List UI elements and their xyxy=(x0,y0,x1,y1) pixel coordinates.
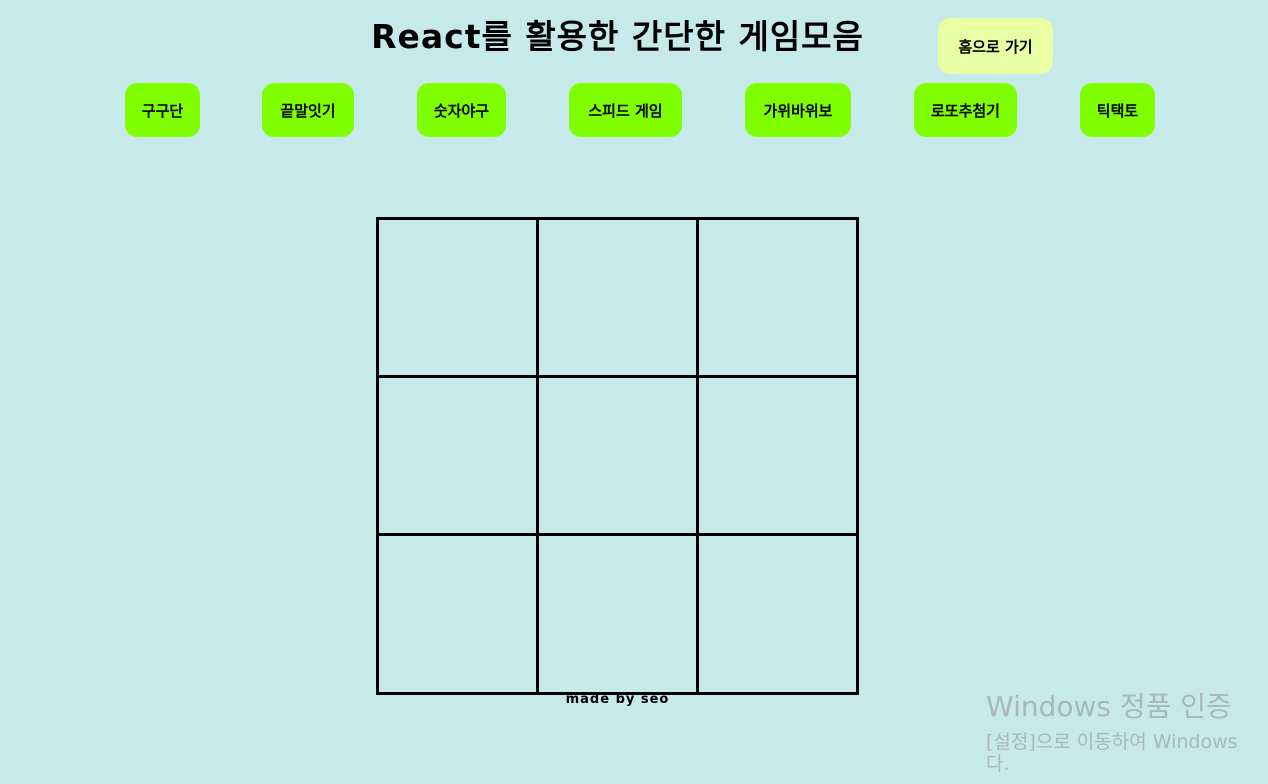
watermark-title: Windows 정품 인증 xyxy=(986,690,1232,723)
nav-speed-game-button[interactable]: 스피드 게임 xyxy=(569,83,682,137)
nav-gugudan-button[interactable]: 구구단 xyxy=(125,83,200,137)
board-cell[interactable] xyxy=(539,220,699,378)
nav-word-chain-button[interactable]: 끝말잇기 xyxy=(262,83,354,137)
home-button[interactable]: 홈으로 가기 xyxy=(938,18,1053,74)
nav-number-baseball-button[interactable]: 숫자야구 xyxy=(417,83,506,137)
windows-activation-watermark: Windows 정품 인증 [설정]으로 이동하여 Windows 다. xyxy=(986,688,1268,778)
board-cell[interactable] xyxy=(379,378,539,536)
tictactoe-board xyxy=(376,217,859,695)
board-cell[interactable] xyxy=(699,378,856,536)
watermark-line: [설정]으로 이동하여 Windows xyxy=(986,731,1238,753)
board-cell[interactable] xyxy=(379,536,539,692)
nav-tictactoe-button[interactable]: 틱택토 xyxy=(1080,83,1155,137)
board-cell[interactable] xyxy=(539,536,699,692)
board-cell[interactable] xyxy=(699,220,856,378)
board-cell[interactable] xyxy=(699,536,856,692)
board-cell[interactable] xyxy=(539,378,699,536)
board-cell[interactable] xyxy=(379,220,539,378)
nav-rock-paper-scissors-button[interactable]: 가위바위보 xyxy=(745,83,851,137)
nav-lotto-button[interactable]: 로또추첨기 xyxy=(914,83,1017,137)
